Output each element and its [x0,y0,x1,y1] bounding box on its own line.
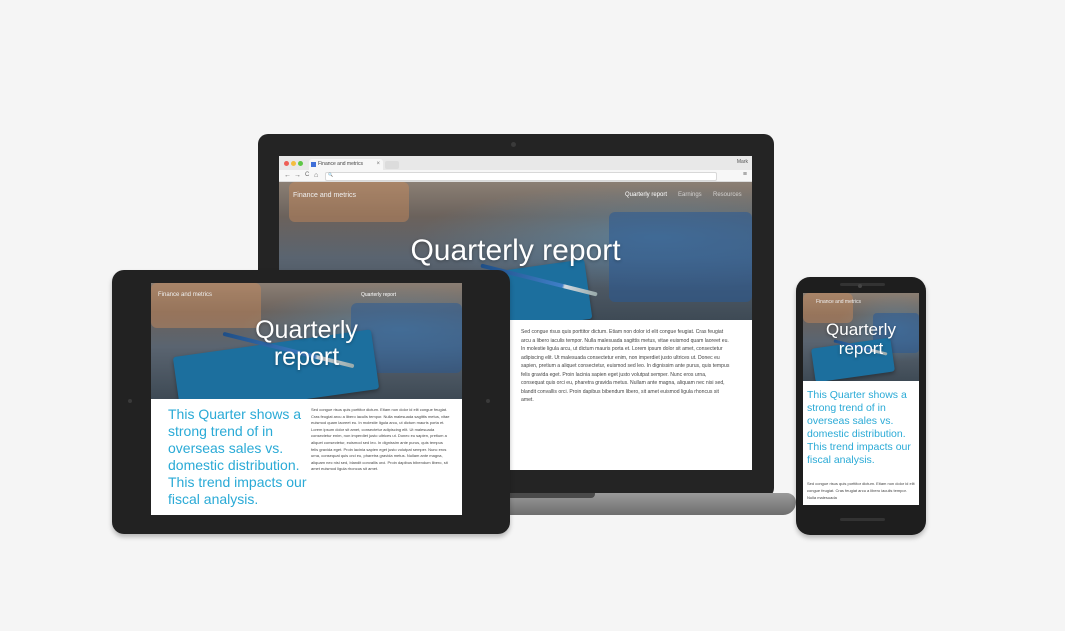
forward-arrow-icon[interactable]: → [294,171,301,180]
phone-body-text: Sed congue risus quis porttitor dictum. … [807,481,915,500]
site-name[interactable]: Finance and metrics [293,192,356,199]
browser-tab-bar: Finance and metrics × Mark [279,156,752,170]
tab-close-icon[interactable]: × [376,159,380,170]
hero-title-line-2: report [273,343,340,371]
phone-hero: Finance and metrics Quarterly report [803,293,919,381]
phone-screen: Finance and metrics Quarterly report Thi… [803,293,919,505]
home-icon[interactable]: ⌂ [314,171,318,180]
window-minimize-dot[interactable] [291,161,296,166]
laptop-body-text: Sed congue risus quis porttitor dictum. … [521,329,730,403]
hero-title: Quarterly report [151,317,462,371]
browser-menu-icon[interactable]: ≡ [743,171,747,178]
address-search-icon: 🔍 [328,172,333,177]
back-arrow-icon[interactable]: ← [284,171,291,180]
address-bar[interactable]: 🔍 [325,172,717,181]
phone-speaker [840,283,885,286]
hero-title-line-1: Quarterly [255,316,358,344]
tablet-body-text: Sed congue risus quis porttitor dictum. … [311,407,450,472]
tablet-hero: Finance and metrics Quarterly report Qua… [151,283,462,399]
site-name[interactable]: Finance and metrics [158,292,212,298]
hero-background-blur [289,182,409,222]
pull-quote: This Quarter shows a strong trend of in … [807,389,911,466]
window-user-label[interactable]: Mark [737,159,748,165]
hero-background-blur [803,293,853,323]
hero-title: Quarterly report [410,234,621,267]
hero-title-line-2: report [838,339,884,358]
device-showcase: { "browser": { "tab_title": "Finance and… [0,0,1065,631]
window-close-dot[interactable] [284,161,289,166]
phone-speaker-bottom [840,518,885,521]
nav-link-quarterly-report[interactable]: Quarterly report [625,192,667,198]
nav-link-resources[interactable]: Resources [713,192,742,198]
nav-link-quarterly-report[interactable]: Quarterly report [361,292,396,298]
pull-quote: This Quarter shows a strong trend of in … [168,406,307,507]
window-maximize-dot[interactable] [298,161,303,166]
reload-icon[interactable]: C [305,171,309,180]
tablet-camera [128,399,132,403]
hero-title: Quarterly report [803,320,919,358]
laptop-hinge [505,493,595,498]
tablet-home-dot [486,399,490,403]
phone-camera [858,284,862,288]
browser-toolbar: ← → C ⌂ 🔍 ≡ [279,170,752,182]
browser-tab[interactable]: Finance and metrics × [309,159,383,170]
hero-title-line-1: Quarterly [826,320,896,339]
nav-link-earnings[interactable]: Earnings [678,192,702,198]
favicon-icon [311,162,316,167]
browser-tab-title: Finance and metrics [318,161,364,167]
new-tab-button[interactable] [385,161,399,169]
tablet-screen: Finance and metrics Quarterly report Qua… [151,283,462,515]
site-name[interactable]: Finance and metrics [816,299,861,305]
laptop-camera [511,142,516,147]
